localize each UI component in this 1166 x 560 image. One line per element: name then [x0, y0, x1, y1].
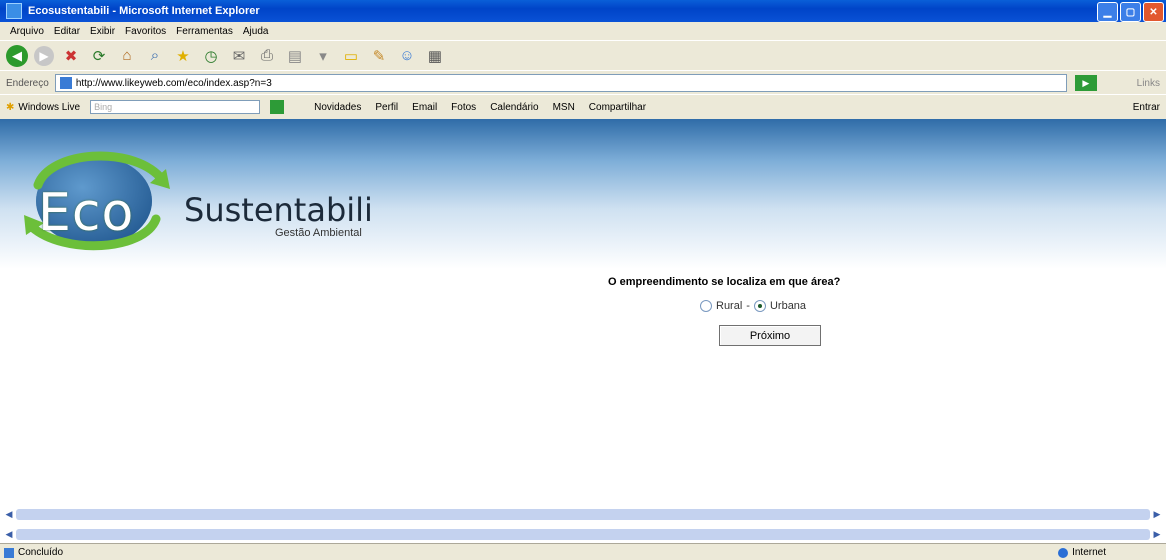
menu-ferramentas[interactable]: Ferramentas: [176, 26, 233, 37]
live-item-fotos[interactable]: Fotos: [451, 102, 476, 113]
menu-ajuda[interactable]: Ajuda: [243, 26, 269, 37]
area-radio-group: Rural - Urbana: [700, 300, 806, 312]
mail-icon[interactable]: ✉: [228, 45, 250, 67]
status-text: Concluído: [18, 547, 64, 558]
page-icon: [59, 77, 72, 89]
page-content: Eco Sustentabili Gestão Ambiental O empr…: [0, 119, 1166, 524]
live-item-msn[interactable]: MSN: [553, 102, 575, 113]
status-page-icon: [4, 547, 14, 558]
address-label: Endereço: [6, 77, 49, 89]
outer-horizontal-scrollbar[interactable]: [16, 529, 1150, 540]
live-item-perfil[interactable]: Perfil: [375, 102, 398, 113]
windows-live-label: Windows Live: [18, 101, 81, 113]
label-urbana: Urbana: [769, 300, 807, 312]
question-text: O empreendimento se localiza em que área…: [608, 276, 841, 288]
print-icon[interactable]: ⎙: [256, 45, 278, 67]
standard-toolbar: ◀ ▶ ✖ ⟳ ⌂ ⌕ ★ ◷ ✉ ⎙ ▤ ▾ ▭ ✎ ☺ ▦: [0, 40, 1166, 70]
live-item-email[interactable]: Email: [412, 102, 437, 113]
live-item-novidades[interactable]: Novidades: [314, 102, 361, 113]
address-input[interactable]: http://www.likeyweb.com/eco/index.asp?n=…: [54, 74, 1067, 92]
discuss-icon[interactable]: ▾: [312, 45, 334, 67]
live-search-button[interactable]: [270, 100, 285, 114]
media-icon[interactable]: ▦: [424, 45, 446, 67]
menu-favoritos[interactable]: Favoritos: [125, 26, 166, 37]
maximize-icon[interactable]: ▢: [1120, 2, 1141, 22]
folder-icon[interactable]: ▭: [340, 45, 362, 67]
stop-icon[interactable]: ✖: [60, 45, 82, 67]
inner-horizontal-scrollbar[interactable]: [16, 509, 1150, 520]
menu-bar: Arquivo Editar Exibir Favoritos Ferramen…: [0, 22, 1166, 40]
address-bar: Endereço http://www.likeyweb.com/eco/ind…: [0, 70, 1166, 95]
windows-live-toolbar: ✱ Windows Live Bing Novidades Perfil Ema…: [0, 94, 1166, 120]
logo-name-text: Sustentabili: [184, 191, 373, 229]
outer-scroll-right-icon[interactable]: ▶: [1150, 529, 1164, 540]
scroll-left-icon[interactable]: ◀: [2, 509, 16, 520]
window-title: Ecosustentabili - Microsoft Internet Exp…: [28, 5, 260, 17]
live-item-calendario[interactable]: Calendário: [490, 102, 538, 113]
globe-icon: [1058, 547, 1069, 558]
ie-icon: [6, 3, 22, 19]
search-icon[interactable]: ⌕: [144, 45, 166, 67]
status-bar: Concluído Internet: [0, 543, 1166, 560]
minimize-icon[interactable]: ▁: [1097, 2, 1118, 22]
radio-separator: -: [746, 300, 750, 312]
logo-tagline: Gestão Ambiental: [275, 227, 362, 239]
menu-arquivo[interactable]: Arquivo: [10, 26, 44, 37]
windows-live-logo: ✱ Windows Live: [6, 102, 80, 113]
close-icon[interactable]: ✕: [1143, 2, 1164, 22]
favorites-icon[interactable]: ★: [172, 45, 194, 67]
edit-icon[interactable]: ▤: [284, 45, 306, 67]
title-bar[interactable]: Ecosustentabili - Microsoft Internet Exp…: [0, 0, 1166, 22]
window-controls: ▁ ▢ ✕: [1097, 2, 1164, 22]
windows-live-icon: ✱: [6, 101, 15, 113]
security-zone: Internet: [1058, 547, 1106, 558]
live-search-placeholder: Bing: [94, 102, 113, 112]
messenger-icon[interactable]: ☺: [396, 45, 418, 67]
links-label[interactable]: Links: [1137, 78, 1160, 89]
browser-window: Ecosustentabili - Microsoft Internet Exp…: [0, 0, 1166, 560]
refresh-icon[interactable]: ⟳: [88, 45, 110, 67]
forward-icon[interactable]: ▶: [34, 45, 54, 66]
radio-rural[interactable]: [700, 300, 712, 312]
zone-label: Internet: [1072, 547, 1106, 558]
entrar-link[interactable]: Entrar: [1133, 102, 1160, 113]
research-icon[interactable]: ✎: [368, 45, 390, 67]
scroll-right-icon[interactable]: ▶: [1150, 509, 1164, 520]
back-icon[interactable]: ◀: [6, 44, 28, 67]
radio-urbana[interactable]: [753, 300, 766, 312]
label-rural: Rural: [716, 300, 743, 312]
menu-editar[interactable]: Editar: [54, 26, 80, 37]
home-icon[interactable]: ⌂: [116, 45, 138, 67]
next-button[interactable]: Próximo: [719, 325, 821, 346]
logo-eco-text: Eco: [38, 183, 135, 243]
live-item-compartilhar[interactable]: Compartilhar: [589, 102, 646, 113]
live-links: Novidades Perfil Email Fotos Calendário …: [314, 102, 646, 113]
site-logo: Eco Sustentabili Gestão Ambiental: [20, 143, 460, 253]
live-search-input[interactable]: Bing: [90, 100, 261, 114]
menu-exibir[interactable]: Exibir: [90, 26, 115, 37]
go-icon[interactable]: ▶: [1074, 75, 1097, 91]
address-url: http://www.likeyweb.com/eco/index.asp?n=…: [75, 77, 272, 89]
history-icon[interactable]: ◷: [200, 45, 222, 67]
outer-scroll-left-icon[interactable]: ◀: [2, 529, 16, 540]
